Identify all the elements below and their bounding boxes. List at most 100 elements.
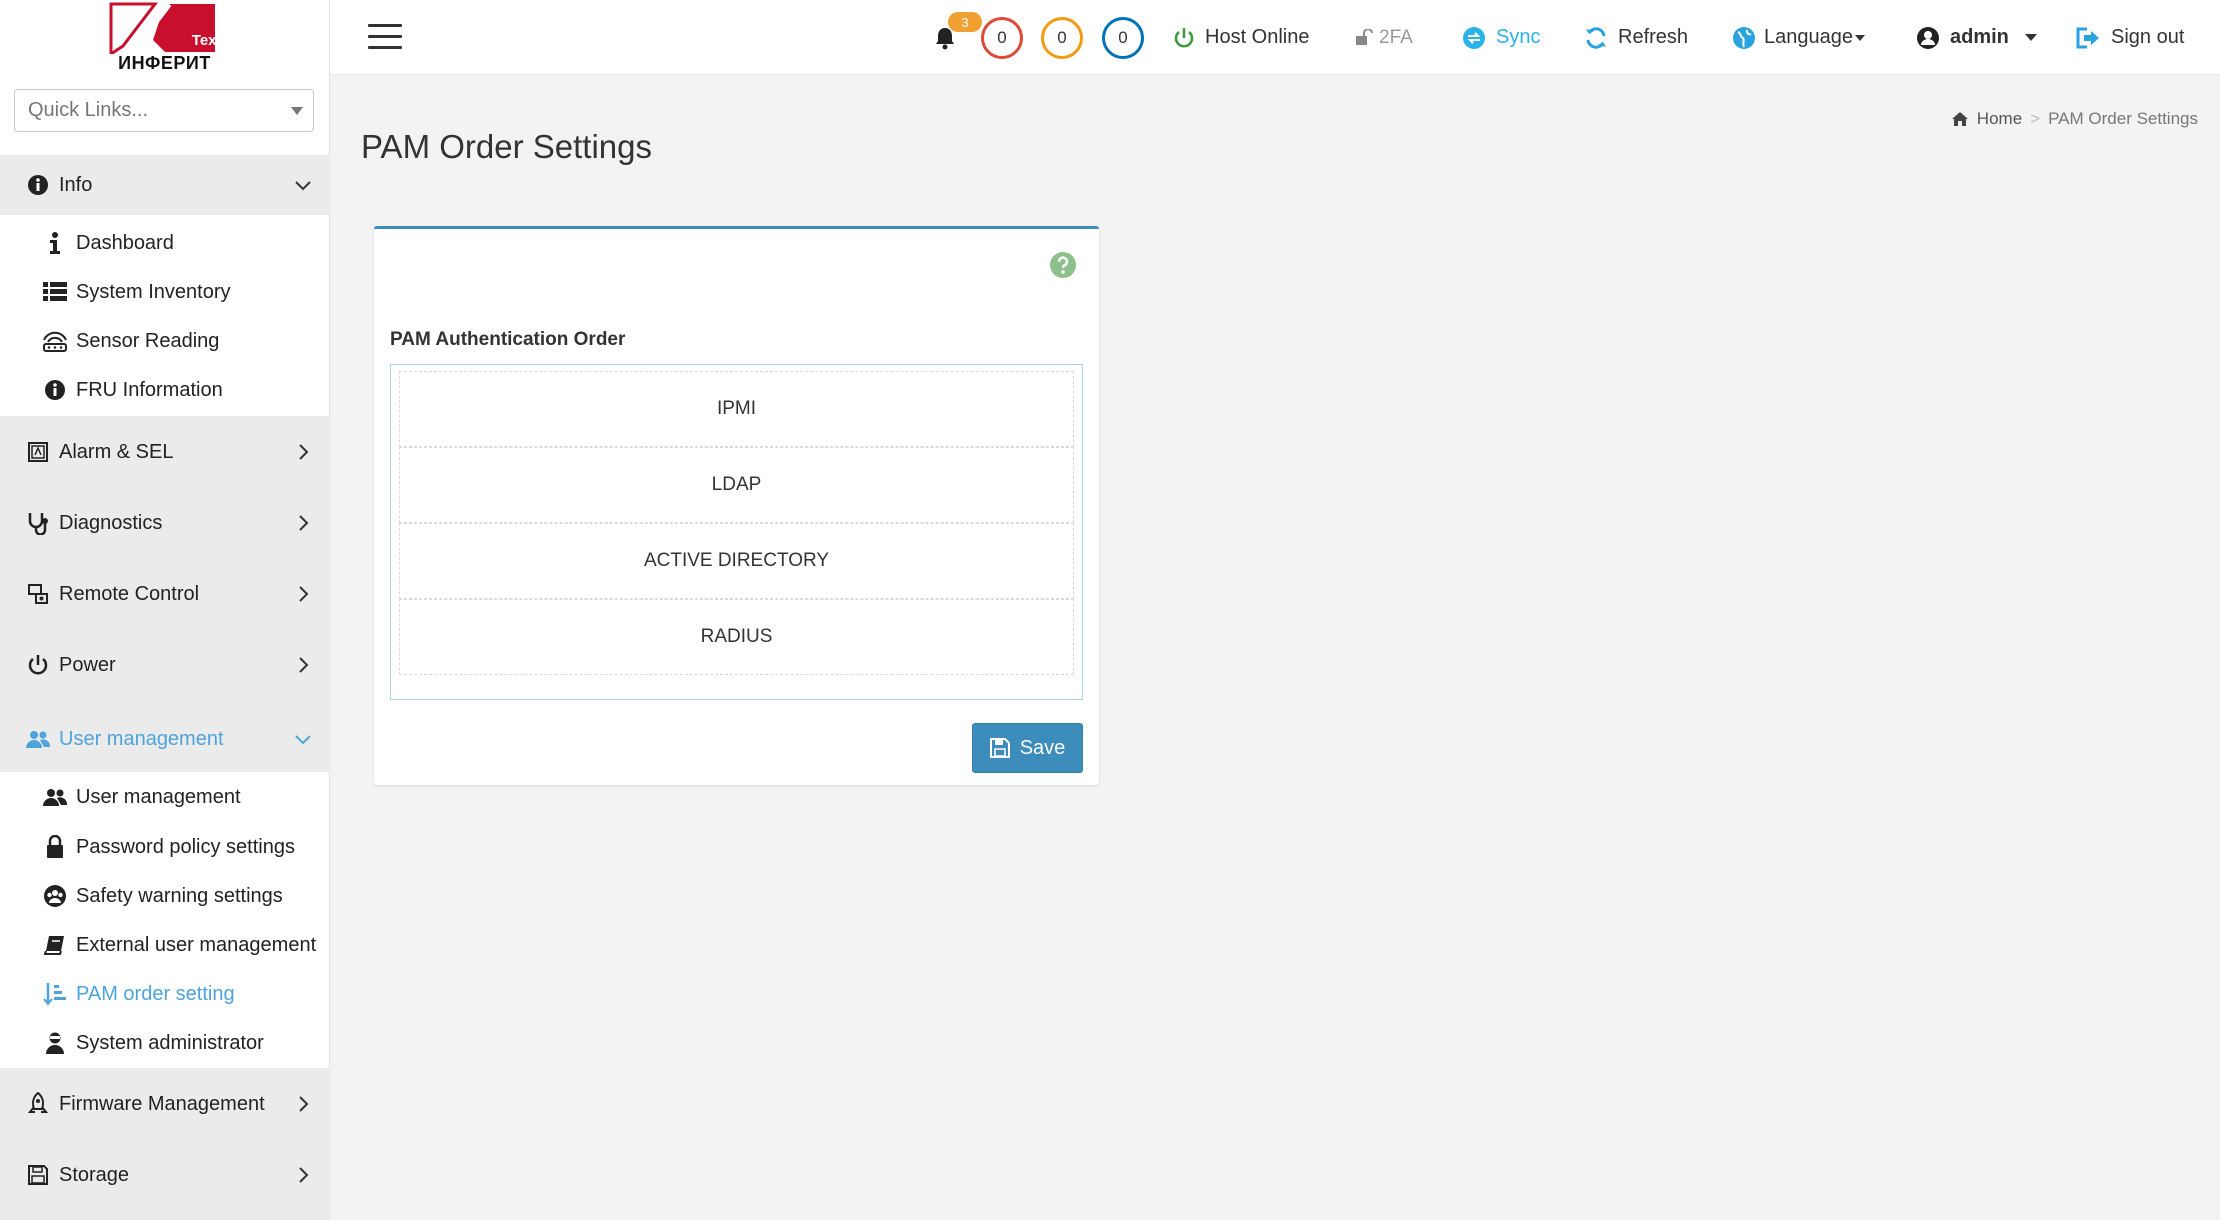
brand-name: ИНФЕРИТ <box>118 52 211 73</box>
sidebar-section-label: User management <box>59 727 224 750</box>
sidebar-item-label: FRU Information <box>76 378 223 401</box>
sidebar-section-firmware-management[interactable]: Firmware Management <box>0 1076 330 1132</box>
chevron-down-icon <box>292 174 314 196</box>
sidebar-section-storage[interactable]: Storage <box>0 1147 330 1203</box>
users-icon <box>26 727 50 751</box>
sidebar-item-label: System Inventory <box>76 280 231 303</box>
sidebar-section-info[interactable]: Info <box>0 155 330 215</box>
sidebar-section-label: Storage <box>59 1163 130 1186</box>
sync-button[interactable]: Sync <box>1462 0 1540 75</box>
refresh-button[interactable]: Refresh <box>1584 0 1688 75</box>
sidebar-item-system-administrator[interactable]: System administrator <box>0 1019 330 1067</box>
brand-logo[interactable]: Tex ИНФЕРИТ <box>109 1 221 74</box>
quick-links-placeholder: Quick Links... <box>28 99 149 121</box>
info-count: 0 <box>1102 16 1144 59</box>
sync-icon <box>1463 26 1485 49</box>
breadcrumb-separator: > <box>2030 109 2041 128</box>
save-button[interactable]: Save <box>972 723 1083 773</box>
chevron-right-icon <box>292 1164 314 1186</box>
quick-links-select[interactable]: Quick Links... <box>14 89 314 132</box>
sidebar-section-label: Info <box>59 173 93 196</box>
power-icon <box>1174 27 1194 47</box>
user-name: admin <box>1950 26 2009 48</box>
breadcrumb: Home > PAM Order Settings <box>1951 109 2198 129</box>
book-icon <box>42 932 68 958</box>
globe-icon <box>1733 26 1755 49</box>
sidebar-section-alarm-sel[interactable]: Alarm & SEL <box>0 424 330 480</box>
sidebar-section-label: Remote Control <box>59 582 200 605</box>
sidebar-section-label: Diagnostics <box>59 511 163 534</box>
twofa-label: 2FA <box>1379 26 1413 48</box>
twofa-button[interactable]: 2FA <box>1355 0 1413 75</box>
sign-out-button[interactable]: Sign out <box>2075 0 2184 75</box>
menu-toggle-icon[interactable] <box>368 24 402 50</box>
pam-order-item[interactable]: ACTIVE DIRECTORY <box>399 523 1074 599</box>
chevron-right-icon <box>292 441 314 463</box>
sidebar-section-diagnostics[interactable]: Diagnostics <box>0 495 330 551</box>
info-count-button[interactable]: 0 <box>1102 0 1144 75</box>
top-header: 3 0 0 0 Host Online 2FA Sync Refresh Lan… <box>330 0 2220 75</box>
chevron-right-icon <box>292 512 314 534</box>
list-icon <box>42 279 68 305</box>
chevron-down-icon <box>291 107 303 115</box>
help-icon[interactable] <box>1049 251 1077 279</box>
chevron-right-icon <box>292 654 314 676</box>
sidebar-item-system-inventory[interactable]: System Inventory <box>0 268 330 316</box>
pam-order-item[interactable]: IPMI <box>399 371 1074 447</box>
host-status[interactable]: Host Online <box>1173 0 1310 75</box>
sidebar-item-sensor-reading[interactable]: Sensor Reading <box>0 317 330 365</box>
breadcrumb-home[interactable]: Home <box>1977 109 2022 129</box>
info-icon <box>42 230 68 256</box>
sensor-icon <box>42 328 68 354</box>
notifications-button[interactable]: 3 <box>930 0 982 75</box>
language-dropdown[interactable]: Language <box>1732 0 1865 75</box>
power-icon <box>26 653 50 677</box>
floppy-icon <box>26 1163 50 1187</box>
sidebar-item-external-user-management[interactable]: External user management <box>0 921 330 969</box>
refresh-icon <box>1586 26 1606 49</box>
chevron-right-icon <box>292 583 314 605</box>
sign-out-icon <box>2076 27 2099 48</box>
sidebar-item-label: PAM order setting <box>76 982 235 1005</box>
page-title: PAM Order Settings <box>361 128 652 165</box>
sidebar-section-label: Alarm & SEL <box>59 440 174 463</box>
sidebar-item-password-policy[interactable]: Password policy settings <box>0 823 330 871</box>
warning-count: 0 <box>1041 16 1083 59</box>
stethoscope-icon <box>26 511 50 535</box>
sidebar-section-power[interactable]: Power <box>0 637 330 693</box>
sync-label: Sync <box>1496 26 1541 48</box>
sort-icon <box>42 981 68 1007</box>
save-icon <box>989 738 1010 758</box>
sidebar-section-label: Firmware Management <box>59 1092 265 1115</box>
host-status-label: Host Online <box>1205 26 1310 48</box>
warning-count-button[interactable]: 0 <box>1041 0 1083 75</box>
chevron-right-icon <box>292 1093 314 1115</box>
pam-order-item[interactable]: RADIUS <box>399 599 1074 675</box>
sidebar-item-label: Sensor Reading <box>76 329 220 352</box>
sidebar-item-label: Password policy settings <box>76 835 295 858</box>
sidebar-item-dashboard[interactable]: Dashboard <box>0 219 330 267</box>
language-label: Language <box>1764 26 1853 48</box>
sidebar-item-fru-information[interactable]: FRU Information <box>0 366 330 414</box>
unlock-icon <box>1356 28 1373 45</box>
user-menu[interactable]: admin <box>1916 0 2037 75</box>
admin-icon <box>42 1030 68 1056</box>
sidebar-item-pam-order-setting[interactable]: PAM order setting <box>0 970 330 1018</box>
error-count-button[interactable]: 0 <box>981 0 1023 75</box>
sidebar-item-safety-warning[interactable]: Safety warning settings <box>0 872 330 920</box>
sidebar-item-label: User management <box>76 785 241 808</box>
sidebar-item-label: Dashboard <box>76 231 174 254</box>
sidebar-section-user-management[interactable]: User management <box>0 709 330 769</box>
pam-order-item[interactable]: LDAP <box>399 447 1074 523</box>
brand-tag: Tex <box>191 31 217 49</box>
pam-order-list: IPMI LDAP ACTIVE DIRECTORY RADIUS <box>390 364 1083 700</box>
users-icon <box>42 784 68 810</box>
sidebar-item-user-management[interactable]: User management <box>0 773 330 821</box>
sidebar-section-remote-control[interactable]: Remote Control <box>0 566 330 622</box>
user-circle-icon <box>1917 26 1939 49</box>
sidebar-item-label: External user management <box>76 933 317 956</box>
sidebar-item-label: System administrator <box>76 1031 264 1054</box>
chevron-down-icon <box>1854 34 1865 41</box>
group-icon <box>42 883 68 909</box>
pam-auth-order-label: PAM Authentication Order <box>390 329 626 350</box>
